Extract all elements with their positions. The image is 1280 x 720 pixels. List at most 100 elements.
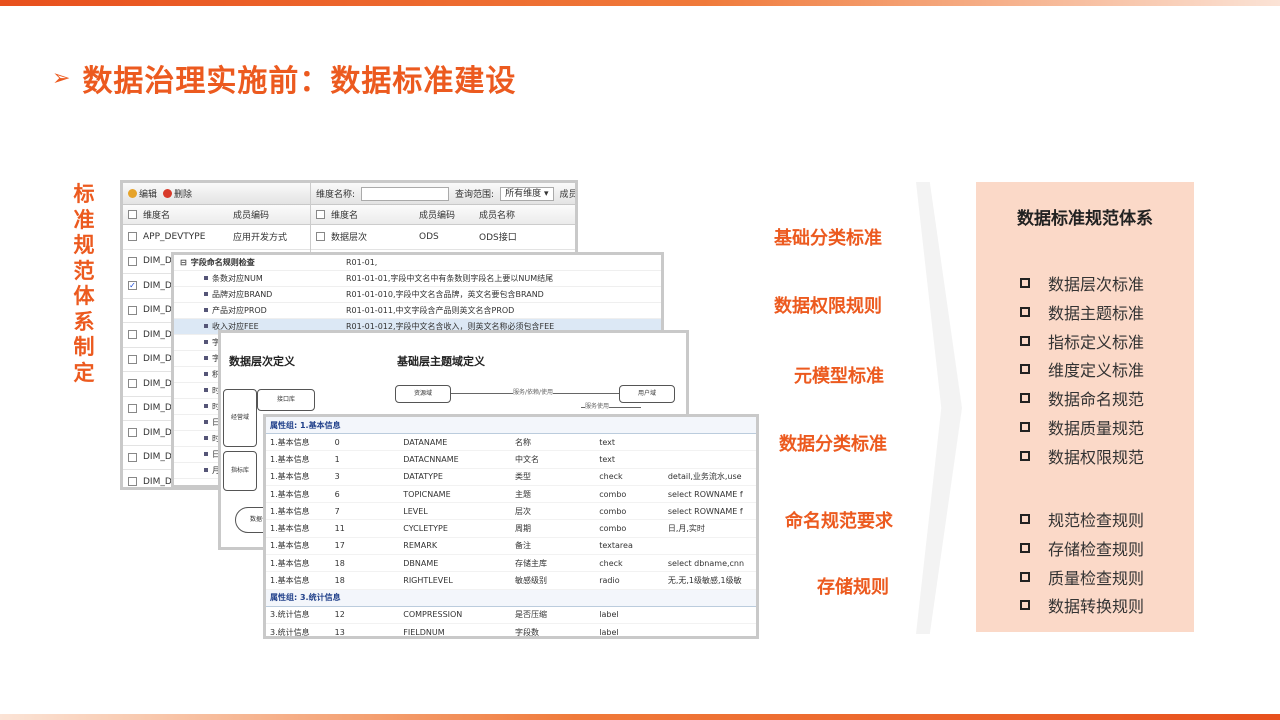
table-row[interactable]: 数据层次 ODS ODS接口 [311, 225, 575, 250]
attribute-cell: text [599, 437, 616, 447]
attribute-cell: 主题 [514, 489, 531, 499]
row-checkbox[interactable] [316, 232, 325, 242]
table-row[interactable]: 1.基本信息 1 DATACNNAME 中文名 text [266, 451, 756, 469]
attribute-cell: select ROWNAME f [667, 489, 743, 499]
rule-bullet-icon [204, 276, 208, 280]
attribute-cell: 13 [334, 627, 345, 637]
rule-item: 数据转换规则 [1020, 593, 1144, 617]
chevron-down-icon: ▾ [543, 188, 549, 199]
attribute-cell: text [599, 454, 616, 464]
category-label: 命名规范要求 [785, 511, 893, 532]
rule-row[interactable]: ⊟ 字段命名规则检查 R01-01, [174, 255, 661, 271]
edit-button[interactable]: 编辑 [128, 187, 157, 200]
category-label: 基础分类标准 [774, 228, 882, 249]
rule-row[interactable]: 品牌对应BRAND R01-01-010,字段中文名含品牌，英文名要包含BRAND [174, 287, 661, 303]
attribute-cell: 1.基本信息 [270, 524, 310, 534]
standard-item-label: 数据层次标准 [1048, 275, 1145, 294]
rule-bullet-icon [204, 404, 208, 408]
scope-select[interactable]: 所有维度 ▾ [500, 186, 554, 201]
rule-description: R01-01-01,字段中文名中有条数则字段名上要以NUM结尾 [346, 274, 554, 283]
rule-row[interactable]: 条数对应NUM R01-01-01,字段中文名中有条数则字段名上要以NUM结尾 [174, 271, 661, 287]
table-row[interactable]: 1.基本信息 18 DBNAME 存储主库 check select dbname,cnn [266, 555, 756, 573]
table-row[interactable]: 1.基本信息 17 REMARK 备注 textarea [266, 538, 756, 556]
rule-description: R01-01, [346, 258, 378, 267]
user-node: 用户域 [619, 385, 675, 403]
column-header: 维度名 [143, 211, 171, 221]
rule-name-cell: 品牌对应BRAND [174, 289, 346, 300]
member-name-label: 成员名称 [559, 190, 578, 200]
rule-bullet-icon [204, 468, 208, 472]
table-row[interactable]: 1.基本信息 11 CYCLETYPE 周期 combo 日,月,实时 [266, 520, 756, 538]
dimension-list-header: 维度名 成员编码 [123, 205, 310, 225]
select-all-checkbox[interactable] [316, 210, 325, 219]
attribute-cell: DATATYPE [403, 472, 443, 482]
collapse-icon[interactable]: ⊟ [180, 258, 187, 267]
bottom-accent-bar [0, 714, 1280, 720]
index-node: 指标库 [223, 451, 257, 491]
table-row[interactable]: 1.基本信息 6 TOPICNAME 主题 combo select ROWNAME f [266, 486, 756, 504]
row-checkbox[interactable] [128, 428, 137, 438]
table-row[interactable]: 3.统计信息 13 FIELDNUM 字段数 label [266, 624, 756, 637]
row-checkbox[interactable] [128, 305, 137, 315]
select-all-checkbox[interactable] [128, 210, 137, 219]
attribute-cell: 无,无,1级敏感,1级敏 [667, 576, 742, 586]
table-row[interactable]: APP_DEVTYPE 应用开发方式 [123, 225, 310, 250]
checkbox-square-icon [1020, 335, 1030, 346]
table-row[interactable]: 1.基本信息 3 DATATYPE 类型 check detail,业务流水,use [266, 469, 756, 486]
attribute-cell: DATACNNAME [403, 454, 459, 464]
attribute-cell: 备注 [514, 541, 531, 551]
attribute-cell: combo [599, 524, 627, 534]
rule-bullet-icon [204, 372, 208, 376]
member-dimension: 数据层次 [331, 233, 368, 244]
standard-item-label: 数据权限规范 [1048, 447, 1145, 467]
attribute-cell: 层次 [514, 506, 531, 516]
rule-bullet-icon [204, 340, 208, 344]
dimension-name-input[interactable] [361, 186, 450, 201]
attribute-cell: combo [599, 489, 627, 499]
row-checkbox[interactable] [128, 256, 137, 266]
standard-item: 数据命名规范 [1020, 386, 1144, 410]
row-checkbox[interactable] [128, 330, 137, 340]
table-row[interactable]: 1.基本信息 7 LEVEL 层次 combo select ROWNAME f [266, 503, 756, 521]
vertical-title-char: 标 [73, 182, 95, 206]
row-checkbox[interactable] [128, 403, 137, 413]
checkbox-square-icon [1020, 278, 1030, 288]
relation-label: 服务使用 [585, 401, 610, 410]
row-checkbox[interactable] [128, 232, 137, 242]
table-row[interactable]: 1.基本信息 18 RIGHTLEVEL 敏感级别 radio 无,无,1级敏感,1级敏 [266, 572, 756, 590]
vertical-title-char: 准 [73, 207, 95, 232]
table-row[interactable]: 1.基本信息 0 DATANAME 名称 text [266, 434, 756, 452]
rule-bullet-icon [204, 420, 208, 424]
delete-button[interactable]: 删除 [163, 187, 192, 200]
row-checkbox[interactable] [128, 477, 137, 487]
flow-arrow [916, 182, 962, 634]
category-label: 存储规则 [817, 577, 889, 598]
row-checkbox[interactable] [128, 354, 137, 364]
rule-row[interactable]: 产品对应PROD R01-01-011,中文字段含产品则英文名含PROD [174, 303, 661, 319]
attribute-cell: 0 [334, 437, 340, 447]
attribute-cell: 3.统计信息 [270, 627, 310, 637]
row-checkbox[interactable] [128, 379, 137, 389]
attribute-cell: CYCLETYPE [403, 524, 448, 534]
row-checkbox[interactable] [128, 452, 137, 462]
attribute-cell: 18 [334, 576, 345, 586]
attribute-cell: 1.基本信息 [270, 506, 310, 516]
attribute-cell: select ROWNAME f [667, 506, 743, 516]
checkbox-square-icon [1020, 364, 1030, 375]
dimension-name: APP_DEVTYPE [143, 231, 206, 242]
attribute-cell: 周期 [514, 524, 531, 534]
attribute-cell: 类型 [514, 472, 531, 482]
attribute-cell: FIELDNUM [403, 627, 445, 637]
table-row[interactable]: 3.统计信息 12 COMPRESSION 是否压缩 label [266, 607, 756, 624]
attribute-grid-screenshot: 属性组: 1.基本信息 1.基本信息 0 DATANAME 名称 text 1.基本信息 1… [263, 414, 759, 639]
attribute-cell: 是否压缩 [514, 610, 547, 620]
attribute-cell: 名称 [514, 437, 531, 447]
rule-bullet-icon [204, 292, 208, 296]
attribute-rows: 1.基本信息 0 DATANAME 名称 text 1.基本信息 1 DATACNNAME 中文… [266, 434, 756, 590]
row-checkbox[interactable]: ✓ [128, 281, 137, 291]
attribute-cell: 7 [334, 506, 340, 516]
vertical-title: 标 准 规 范 体 系 制 定 [68, 182, 100, 386]
attribute-cell: 1 [334, 454, 340, 464]
rule-name-cell: 条数对应NUM [174, 273, 346, 284]
resource-node: 资源域 [395, 385, 451, 403]
